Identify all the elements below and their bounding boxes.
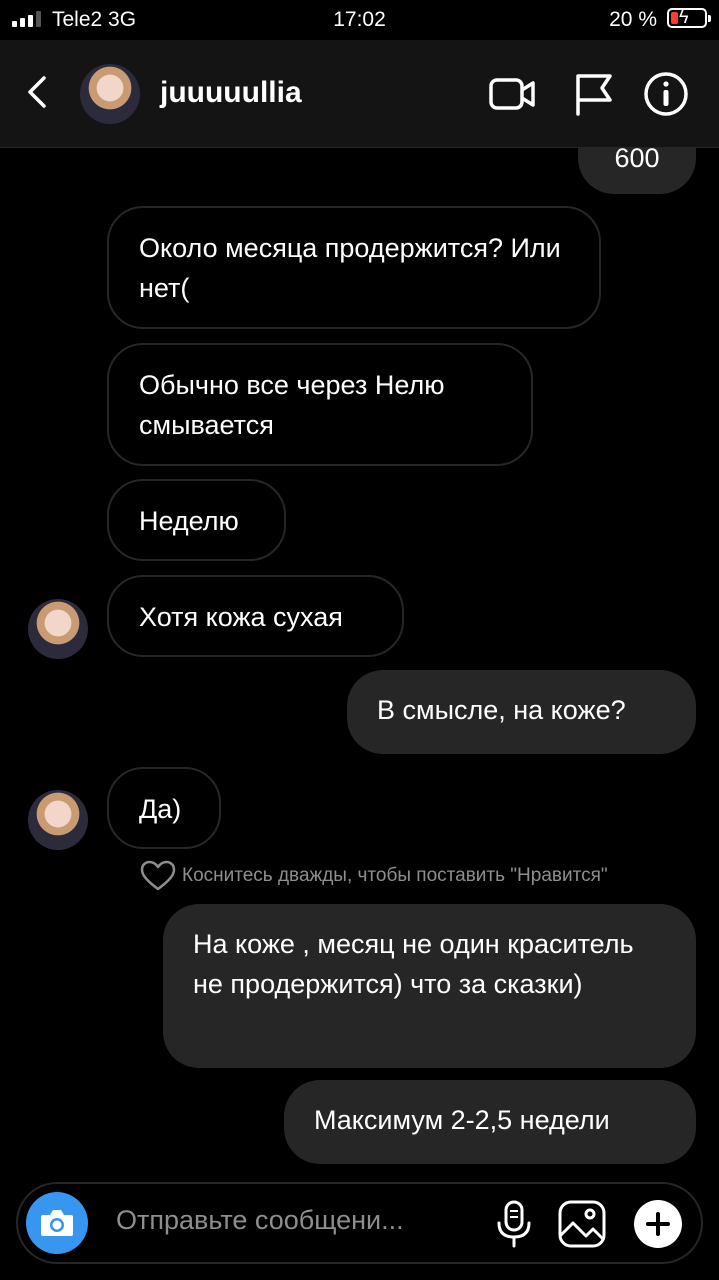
message-bubble-incoming[interactable]: Около месяца продержится? Или нет( bbox=[107, 206, 601, 329]
message-bubble-incoming[interactable]: Да) bbox=[107, 767, 221, 849]
gallery-icon[interactable] bbox=[556, 1198, 608, 1250]
chat-username[interactable]: juuuuullia bbox=[160, 76, 302, 110]
message-bubble-incoming[interactable]: Неделю bbox=[107, 479, 286, 561]
back-arrow-icon[interactable] bbox=[20, 72, 60, 112]
double-tap-like-hint: Коснитесь дважды, чтобы поставить "Нрави… bbox=[140, 860, 608, 892]
message-bubble-outgoing[interactable]: На коже , месяц не один краситель не про… bbox=[163, 904, 696, 1068]
message-thread[interactable]: 600 Около месяца продержится? Или нет( О… bbox=[0, 148, 719, 1178]
message-bubble-incoming[interactable]: Хотя кожа сухая bbox=[107, 575, 404, 657]
camera-button[interactable] bbox=[26, 1192, 88, 1254]
microphone-icon[interactable] bbox=[488, 1198, 540, 1250]
video-call-icon[interactable] bbox=[488, 70, 536, 118]
avatar[interactable] bbox=[80, 64, 140, 124]
add-button[interactable] bbox=[634, 1200, 682, 1248]
message-bubble-outgoing[interactable]: Максимум 2-2,5 недели bbox=[284, 1080, 696, 1164]
message-bubble-outgoing[interactable]: В смысле, на коже? bbox=[347, 670, 696, 754]
like-hint-text: Коснитесь дважды, чтобы поставить "Нрави… bbox=[182, 865, 608, 886]
status-bar: Tele2 3G 17:02 20 % ϟ bbox=[0, 0, 719, 40]
camera-icon bbox=[41, 1210, 73, 1236]
battery-percent: 20 % bbox=[609, 8, 657, 31]
message-input[interactable] bbox=[116, 1205, 476, 1236]
message-bubble-incoming[interactable]: Обычно все через Нелю смывается bbox=[107, 343, 533, 466]
heart-icon[interactable] bbox=[140, 860, 176, 892]
message-bubble-outgoing[interactable]: 600 bbox=[578, 148, 696, 194]
message-composer bbox=[16, 1182, 703, 1264]
sender-avatar[interactable] bbox=[28, 599, 88, 659]
flag-icon[interactable] bbox=[570, 70, 618, 118]
sender-avatar[interactable] bbox=[28, 790, 88, 850]
info-icon[interactable] bbox=[642, 70, 690, 118]
chat-header: juuuuullia bbox=[0, 40, 719, 148]
battery-charging-icon: ϟ bbox=[667, 7, 711, 28]
